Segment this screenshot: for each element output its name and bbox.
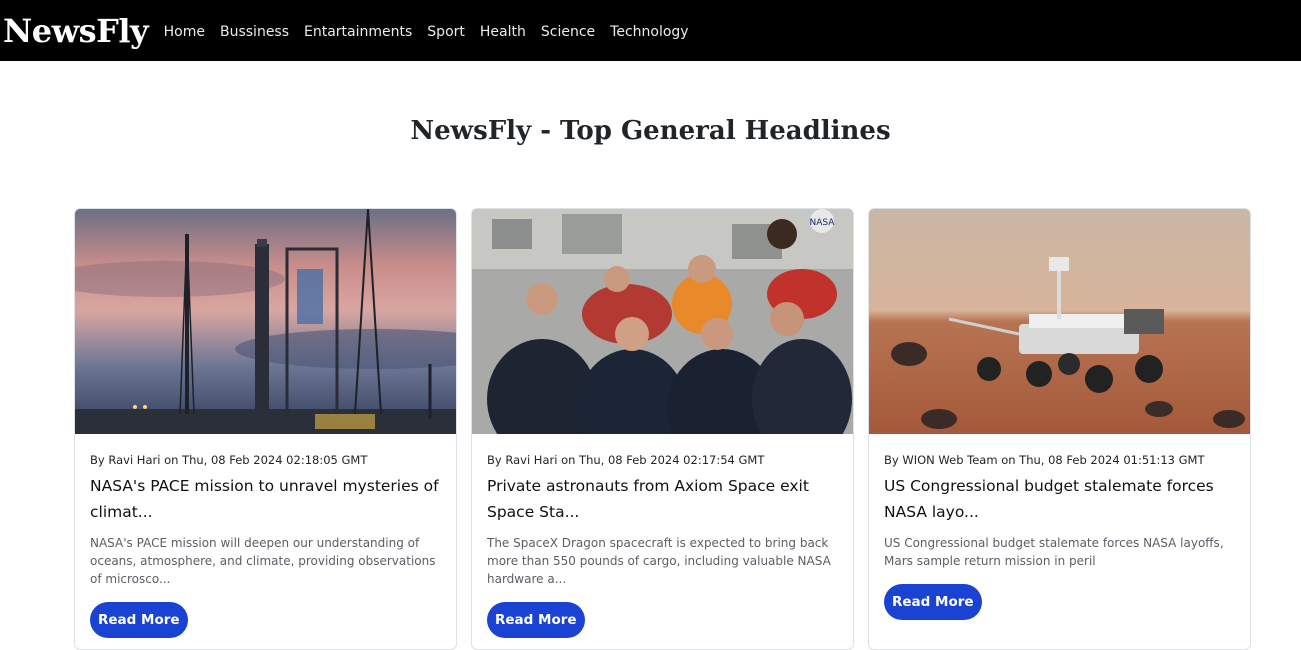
nav-link-business[interactable]: Bussiness: [212, 24, 296, 40]
news-card: NASA By Ravi Hari on Thu, 08 Feb 2024 02…: [471, 208, 854, 650]
read-more-button[interactable]: Read More: [90, 602, 188, 638]
navbar: NewsFly Home Bussiness Entartainments Sp…: [0, 0, 1301, 61]
card-body: By WION Web Team on Thu, 08 Feb 2024 01:…: [869, 434, 1250, 620]
nav-links: Home Bussiness Entartainments Sport Heal…: [156, 24, 696, 40]
article-title: Private astronauts from Axiom Space exit…: [487, 477, 809, 521]
page-title: NewsFly - Top General Headlines: [410, 116, 891, 146]
news-card-list: By Ravi Hari on Thu, 08 Feb 2024 02:18:0…: [74, 208, 1251, 650]
article-description: The SpaceX Dragon spacecraft is expected…: [487, 536, 831, 586]
nav-link-science[interactable]: Science: [533, 24, 602, 40]
article-description: NASA's PACE mission will deepen our unde…: [90, 536, 436, 586]
card-body: By Ravi Hari on Thu, 08 Feb 2024 02:18:0…: [75, 434, 456, 638]
brand-logo[interactable]: NewsFly: [3, 12, 149, 50]
nav-link-sport[interactable]: Sport: [420, 24, 473, 40]
news-card: By WION Web Team on Thu, 08 Feb 2024 01:…: [868, 208, 1251, 650]
news-card: By Ravi Hari on Thu, 08 Feb 2024 02:18:0…: [74, 208, 457, 650]
news-image-mars-rover: [869, 209, 1250, 434]
svg-text:NASA: NASA: [810, 218, 836, 228]
nav-link-home[interactable]: Home: [156, 24, 212, 40]
article-title: NASA's PACE mission to unravel mysteries…: [90, 477, 439, 521]
article-description: US Congressional budget stalemate forces…: [884, 536, 1224, 568]
card-body: By Ravi Hari on Thu, 08 Feb 2024 02:17:5…: [472, 434, 853, 638]
article-title: US Congressional budget stalemate forces…: [884, 477, 1214, 521]
nav-link-technology[interactable]: Technology: [603, 24, 696, 40]
read-more-button[interactable]: Read More: [487, 602, 585, 638]
article-byline: By Ravi Hari on Thu, 08 Feb 2024 02:17:5…: [487, 453, 765, 467]
news-image-astronauts: NASA: [472, 209, 853, 434]
news-image-rocket: [75, 209, 456, 434]
read-more-button[interactable]: Read More: [884, 584, 982, 620]
nav-link-entertainment[interactable]: Entartainments: [297, 24, 420, 40]
article-byline: By Ravi Hari on Thu, 08 Feb 2024 02:18:0…: [90, 453, 368, 467]
article-byline: By WION Web Team on Thu, 08 Feb 2024 01:…: [884, 453, 1205, 467]
nav-link-health[interactable]: Health: [472, 24, 533, 40]
